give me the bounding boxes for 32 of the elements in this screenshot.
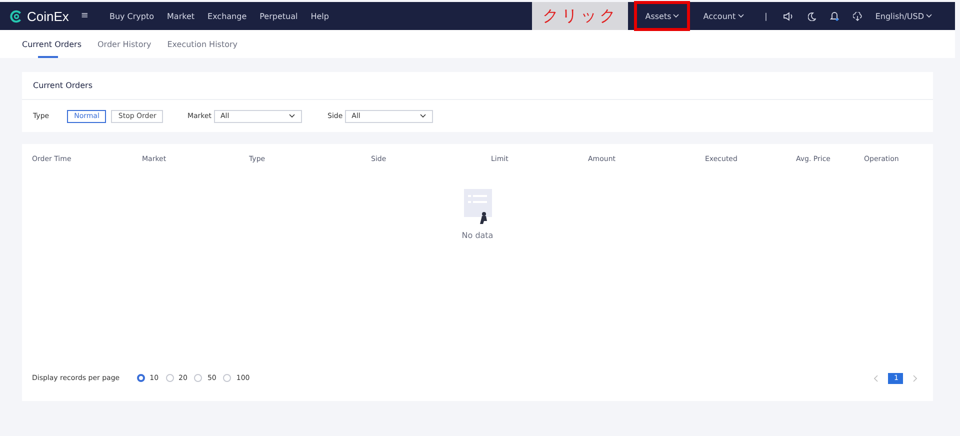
nav-link[interactable]: Market xyxy=(167,12,195,20)
chevron-icon xyxy=(926,14,932,18)
nav-link[interactable]: Account xyxy=(692,1,755,31)
radio-button[interactable] xyxy=(223,374,232,382)
card-title: Current Orders xyxy=(22,72,933,100)
radio-button[interactable] xyxy=(166,374,174,382)
annotation-label: クリック xyxy=(532,2,628,30)
nav-link[interactable]: Perpetual xyxy=(260,12,298,20)
chevron-icon xyxy=(420,114,426,118)
language-selector[interactable]: English/USD xyxy=(875,12,932,20)
nav-link[interactable]: Exchange xyxy=(208,12,247,20)
chevron-icon xyxy=(673,14,680,18)
nav-link[interactable]: Help xyxy=(310,12,329,20)
radio-button[interactable] xyxy=(194,374,202,382)
tab[interactable]: Execution History xyxy=(167,30,238,58)
empty-state-drawing xyxy=(462,189,492,225)
tab[interactable]: Current Orders xyxy=(22,30,82,58)
download-icon[interactable] xyxy=(853,12,862,20)
logo-text[interactable]: CoinEx xyxy=(27,8,69,24)
logo-icon xyxy=(10,10,23,22)
nav-link[interactable]: Buy Crypto xyxy=(109,12,154,20)
tab[interactable]: Order History xyxy=(98,30,152,58)
speaker-icon[interactable] xyxy=(783,12,794,20)
chevron-icon xyxy=(288,114,295,118)
menu-icon[interactable]: ≡ xyxy=(80,11,88,21)
nav-link[interactable]: Assets xyxy=(634,1,690,31)
bell-icon[interactable] xyxy=(830,11,840,21)
empty-message: No data xyxy=(462,231,494,240)
moon-icon[interactable] xyxy=(808,12,816,20)
separator: | xyxy=(764,12,768,20)
chevron-icon xyxy=(738,14,744,18)
radio-button[interactable] xyxy=(136,374,145,382)
